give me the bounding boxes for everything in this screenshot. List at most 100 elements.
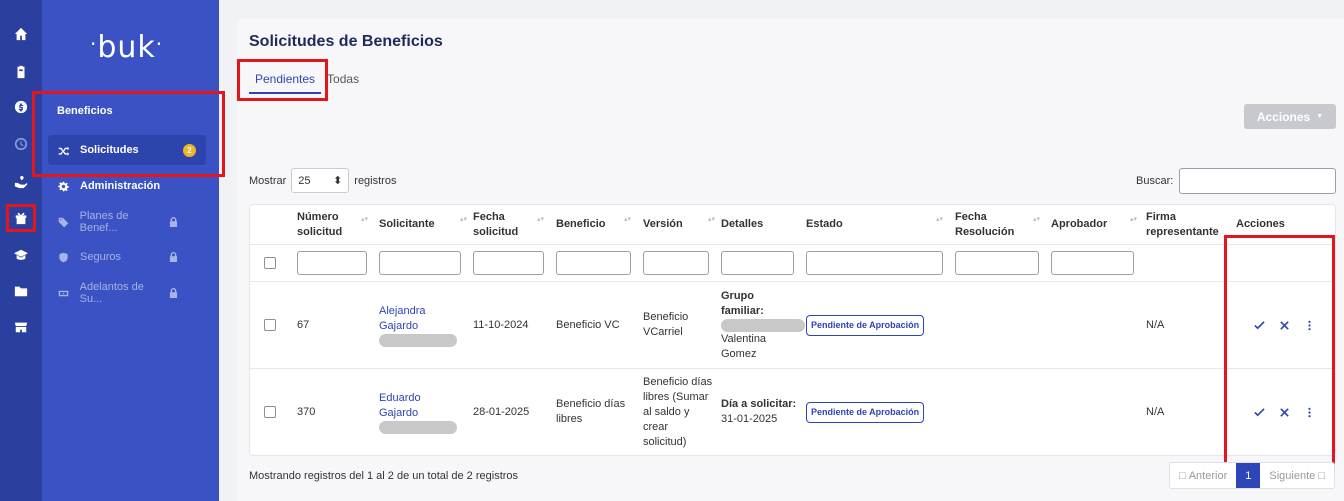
module-sidebar: ·buk· Beneficios Solicitudes 2 Administr…: [42, 0, 219, 501]
page-title: Solicitudes de Beneficios: [249, 33, 443, 50]
header-fecha[interactable]: Fecha solicitud: [473, 205, 528, 244]
filter-estado-input[interactable]: [806, 251, 943, 275]
tab-highlight-box: [237, 59, 328, 101]
solicitante-link[interactable]: Eduardo Gajardo: [379, 391, 439, 421]
header-firma[interactable]: Firma representante: [1146, 205, 1226, 244]
cell-numero: 370: [297, 405, 316, 418]
money-icon: [58, 288, 72, 299]
page-1-button[interactable]: 1: [1236, 463, 1261, 488]
filter-cell: [379, 245, 461, 281]
filter-fecha-input[interactable]: [473, 251, 544, 275]
main-panel: Solicitudes de Beneficios Pendientes Tod…: [237, 19, 1344, 501]
header-solicitante[interactable]: Solicitante: [379, 205, 459, 244]
row-checkbox-cell: [264, 369, 276, 455]
actions-highlight-box: [1224, 235, 1335, 477]
filter-row: [250, 245, 1335, 282]
table-row: 67 Alejandra Gajardo 11-10-2024 Benefici…: [250, 282, 1335, 369]
rail-highlight-box: [6, 204, 36, 232]
sort-icon: ▴▾: [1130, 216, 1138, 223]
select-all-checkbox[interactable]: [264, 257, 276, 269]
select-all-checkbox-cell: [264, 245, 276, 281]
redacted-text: [379, 333, 457, 347]
prev-page-button[interactable]: □ Anterior: [1170, 463, 1236, 488]
graduation-cap-icon[interactable]: [0, 237, 42, 273]
row-checkbox[interactable]: [264, 319, 276, 331]
length-suffix: registros: [354, 174, 397, 187]
sort-icon: ▴▾: [361, 216, 369, 223]
filter-fecha-resolucion-input[interactable]: [955, 251, 1039, 275]
header-fecha-resolucion[interactable]: Fecha Resolución: [955, 205, 1025, 244]
cell-version: Beneficio VCarriel: [643, 311, 689, 338]
header-aprobador[interactable]: Aprobador: [1051, 205, 1121, 244]
acciones-button[interactable]: Acciones ▼: [1244, 104, 1336, 129]
pagination: □ Anterior 1 Siguiente □: [1169, 462, 1335, 489]
search-control: Buscar:: [1136, 168, 1337, 194]
sort-icon: ▴▾: [1033, 216, 1041, 223]
cell-solicitante: Eduardo Gajardo: [379, 369, 461, 455]
filter-solicitante-input[interactable]: [379, 251, 461, 275]
sort-icon: ▴▾: [708, 216, 716, 223]
cell-beneficio: Beneficio días libres: [556, 398, 626, 425]
prev-icon: □: [1179, 469, 1186, 482]
sidebar-item-label: Administración: [80, 180, 161, 192]
detalle-label: Día a solicitar:: [721, 398, 797, 410]
requests-table: Número solicitud Solicitante Fecha solic…: [249, 204, 1336, 456]
header-estado[interactable]: Estado: [806, 205, 876, 244]
length-value: 25: [298, 174, 311, 187]
folder-icon[interactable]: [0, 273, 42, 309]
filter-cell: [806, 245, 943, 281]
table-info: Mostrando registros del 1 al 2 de un tot…: [249, 470, 519, 482]
store-icon[interactable]: [0, 309, 42, 345]
row-checkbox[interactable]: [264, 406, 276, 418]
status-badge: Pendiente de Aprobación: [806, 314, 925, 336]
sidebar-item-planes[interactable]: Planes de Benef...: [48, 207, 206, 237]
filter-detalles-input[interactable]: [721, 251, 794, 275]
cell-beneficio: Beneficio VC: [556, 318, 620, 331]
gear-icon: [58, 181, 72, 192]
cell-estado: Pendiente de Aprobación: [806, 282, 925, 368]
header-beneficio[interactable]: Beneficio: [556, 205, 631, 244]
next-label: Siguiente: [1269, 469, 1316, 482]
search-label: Buscar:: [1136, 175, 1174, 187]
detalle-value: Valentina Gomez: [721, 332, 767, 360]
length-control: Mostrar 25 ⬍ registros: [249, 168, 396, 193]
header-detalles: Detalles: [721, 218, 764, 230]
filter-cell: [556, 245, 631, 281]
table-row: 370 Eduardo Gajardo 28-01-2025 Beneficio…: [250, 369, 1335, 455]
cell-firma: N/A: [1146, 405, 1165, 418]
filter-cell: [297, 245, 367, 281]
next-page-button[interactable]: Siguiente □: [1260, 463, 1334, 488]
length-select[interactable]: 25 ⬍: [291, 168, 350, 193]
sort-icon: ▴▾: [537, 216, 545, 223]
icon-rail: [0, 0, 42, 501]
sidebar-highlight-box: [32, 91, 225, 177]
cell-firma: N/A: [1146, 318, 1165, 331]
search-input[interactable]: [1179, 168, 1337, 194]
sidebar-item-adelantos[interactable]: Adelantos de Su...: [48, 278, 206, 308]
caret-down-icon: ▼: [1316, 113, 1324, 120]
sidebar-item-label: Adelantos de Su...: [79, 281, 144, 305]
cell-fecha: 11-10-2024: [473, 318, 529, 331]
filter-beneficio-input[interactable]: [556, 251, 631, 275]
header-numero[interactable]: Número solicitud: [297, 205, 357, 244]
lock-icon: [169, 252, 178, 262]
home-icon[interactable]: [0, 16, 42, 52]
header-version[interactable]: Versión: [643, 205, 713, 244]
sidebar-item-label: Planes de Benef...: [79, 210, 129, 234]
filter-cell: [721, 245, 794, 281]
cell-numero: 67: [297, 318, 310, 331]
detalle-label: Grupo familiar:: [721, 289, 764, 317]
lock-icon: [169, 288, 178, 298]
clipboard-icon[interactable]: [0, 54, 42, 90]
status-badge: Pendiente de Aprobación: [806, 401, 925, 423]
filter-aprobador-input[interactable]: [1051, 251, 1134, 275]
filter-numero-input[interactable]: [297, 251, 367, 275]
filter-cell: [1051, 245, 1134, 281]
solicitante-link[interactable]: Alejandra Gajardo: [379, 304, 461, 334]
row-checkbox-cell: [264, 282, 276, 368]
sidebar-item-seguros[interactable]: Seguros: [48, 242, 206, 272]
length-prefix: Mostrar: [249, 174, 287, 187]
cell-detalles: Grupo familiar: Valentina Gomez: [721, 282, 805, 368]
filter-version-input[interactable]: [643, 251, 709, 275]
sort-icon: ▴▾: [460, 216, 468, 223]
